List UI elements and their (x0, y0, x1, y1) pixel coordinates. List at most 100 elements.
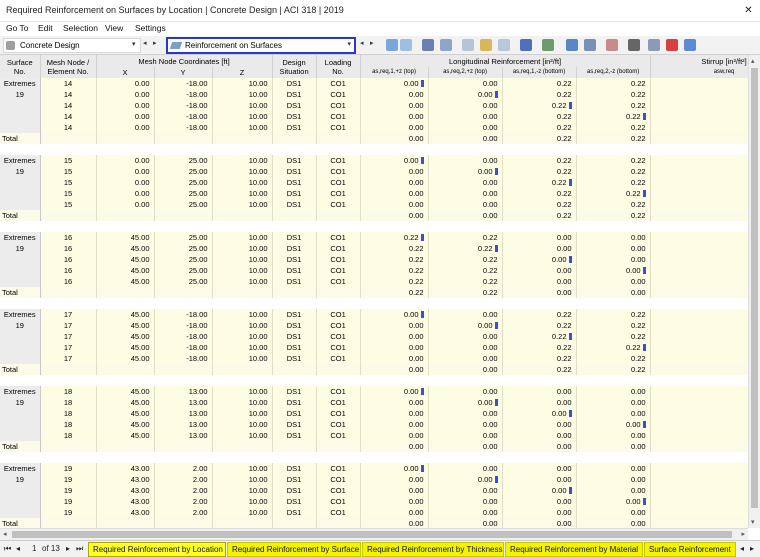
coord-z[interactable]: 10.00 (212, 243, 273, 254)
total-asw[interactable]: 0.00 (650, 441, 748, 452)
total-asw[interactable]: 0.00 (650, 287, 748, 298)
coord-y[interactable]: 13.00 (154, 397, 213, 408)
as2-bottom[interactable]: 0.00 (576, 276, 651, 287)
design-situation[interactable]: DS1 (272, 430, 317, 441)
coord-z[interactable]: 10.00 (212, 430, 273, 441)
coord-z[interactable]: 10.00 (212, 320, 273, 331)
as2-bottom[interactable]: 0.00 (576, 386, 651, 397)
loading-no[interactable]: CO1 (316, 166, 361, 177)
select-icon[interactable] (386, 39, 398, 51)
as1-top[interactable]: 0.00 (360, 419, 429, 430)
as2-top[interactable]: 0.00 (428, 155, 503, 166)
scroll-left-icon[interactable]: ◂ (3, 530, 7, 538)
vertical-scroll-thumb[interactable] (751, 68, 758, 508)
coord-x[interactable]: 43.00 (96, 474, 155, 485)
loading-no[interactable]: CO1 (316, 155, 361, 166)
design-situation[interactable]: DS1 (272, 89, 317, 100)
coord-x[interactable]: 0.00 (96, 78, 155, 89)
asw[interactable]: 0.00 (650, 485, 748, 496)
as2-top[interactable]: 0.00 (428, 496, 503, 507)
first-page-icon[interactable]: ⏮ (4, 544, 11, 554)
table-row[interactable]: 17 45.00 -18.00 10.00 DS1 CO1 0.00 0.00 0.22 0.22… (0, 331, 748, 342)
design-situation[interactable]: DS1 (272, 276, 317, 287)
asw[interactable]: 0.00 (650, 331, 748, 342)
as2-bottom[interactable]: 0.00 (576, 232, 651, 243)
asw[interactable]: 0.00 (650, 111, 748, 122)
header-as2-top[interactable]: as,req,2,+z (top) (428, 67, 503, 78)
design-situation[interactable]: DS1 (272, 122, 317, 133)
prev-module-icon[interactable]: ◂ (143, 39, 147, 47)
table-row[interactable]: Extremes 16 45.00 25.00 10.00 DS1 CO1 0.22 0.22 0… (0, 232, 748, 243)
coord-x[interactable]: 43.00 (96, 507, 155, 518)
columns-icon[interactable] (498, 39, 510, 51)
mesh-node[interactable]: 18 (40, 386, 97, 397)
design-situation[interactable]: DS1 (272, 199, 317, 210)
as2-top[interactable]: 0.00 (428, 485, 503, 496)
coord-x[interactable]: 45.00 (96, 232, 155, 243)
asw[interactable]: 0.00 (650, 89, 748, 100)
as2-bottom[interactable]: 0.22 (576, 111, 651, 122)
coord-x[interactable]: 45.00 (96, 386, 155, 397)
mesh-node[interactable]: 17 (40, 320, 97, 331)
as1-top[interactable]: 0.00 (360, 89, 429, 100)
mesh-node[interactable]: 15 (40, 199, 97, 210)
loading-no[interactable]: CO1 (316, 386, 361, 397)
coord-x[interactable]: 0.00 (96, 89, 155, 100)
header-x[interactable]: X (96, 67, 155, 78)
as2-bottom[interactable]: 0.00 (576, 496, 651, 507)
asw[interactable]: 0.00 (650, 155, 748, 166)
as2-top[interactable]: 0.00 (428, 188, 503, 199)
asw[interactable]: 0.00 (650, 232, 748, 243)
as1-bottom[interactable]: 0.00 (502, 243, 577, 254)
coord-z[interactable]: 10.00 (212, 485, 273, 496)
as1-top[interactable]: 0.00 (360, 199, 429, 210)
loading-no[interactable]: CO1 (316, 265, 361, 276)
asw[interactable]: 0.00 (650, 177, 748, 188)
as2-bottom[interactable]: 0.22 (576, 166, 651, 177)
as2-top[interactable]: 0.00 (428, 111, 503, 122)
table-row[interactable]: 19 18 45.00 13.00 10.00 DS1 CO1 0.00 0.00 0.00 0.0… (0, 397, 748, 408)
design-situation[interactable]: DS1 (272, 265, 317, 276)
total-as1-bottom[interactable]: 0.00 (502, 287, 577, 298)
coord-y[interactable]: 2.00 (154, 463, 213, 474)
mesh-node[interactable]: 18 (40, 408, 97, 419)
loading-no[interactable]: CO1 (316, 309, 361, 320)
as2-bottom[interactable]: 0.22 (576, 177, 651, 188)
as1-top[interactable]: 0.00 (360, 342, 429, 353)
view-icon[interactable] (422, 39, 434, 51)
as2-bottom[interactable]: 0.00 (576, 474, 651, 485)
menu-goto[interactable]: Go To (6, 23, 29, 33)
coord-y[interactable]: 2.00 (154, 474, 213, 485)
coord-y[interactable]: -18.00 (154, 353, 213, 364)
print-icon[interactable] (542, 39, 554, 51)
menu-settings[interactable]: Settings (135, 23, 166, 33)
mesh-node[interactable]: 14 (40, 111, 97, 122)
vertical-scrollbar[interactable]: ▴ ▾ (748, 55, 760, 528)
coord-y[interactable]: -18.00 (154, 111, 213, 122)
mesh-node[interactable]: 14 (40, 89, 97, 100)
as2-bottom[interactable]: 0.22 (576, 342, 651, 353)
table-row[interactable]: 14 0.00 -18.00 10.00 DS1 CO1 0.00 0.00 0.22 0.22 0… (0, 111, 748, 122)
coord-x[interactable]: 0.00 (96, 100, 155, 111)
coord-x[interactable]: 43.00 (96, 496, 155, 507)
table-row[interactable]: 19 16 45.00 25.00 10.00 DS1 CO1 0.22 0.22 0.00 0.0… (0, 243, 748, 254)
total-row[interactable]: Total 0.00 0.00 0.00 0.00 0.00 (0, 441, 748, 452)
loading-no[interactable]: CO1 (316, 89, 361, 100)
as1-top[interactable]: 0.00 (360, 496, 429, 507)
coord-z[interactable]: 10.00 (212, 78, 273, 89)
asw[interactable]: 0.00 (650, 419, 748, 430)
loading-no[interactable]: CO1 (316, 111, 361, 122)
table-row[interactable]: 18 45.00 13.00 10.00 DS1 CO1 0.00 0.00 0.00 0.00 0… (0, 408, 748, 419)
as1-bottom[interactable]: 0.22 (502, 111, 577, 122)
total-as1-bottom[interactable]: 0.00 (502, 518, 577, 528)
as1-bottom[interactable]: 0.22 (502, 188, 577, 199)
coord-z[interactable]: 10.00 (212, 342, 273, 353)
coord-y[interactable]: 13.00 (154, 419, 213, 430)
as2-bottom[interactable]: 0.22 (576, 155, 651, 166)
coord-z[interactable]: 10.00 (212, 122, 273, 133)
as2-top[interactable]: 0.22 (428, 243, 503, 254)
coord-x[interactable]: 45.00 (96, 243, 155, 254)
coord-y[interactable]: -18.00 (154, 309, 213, 320)
as1-top[interactable]: 0.00 (360, 177, 429, 188)
close-icon[interactable]: ✕ (741, 3, 756, 18)
